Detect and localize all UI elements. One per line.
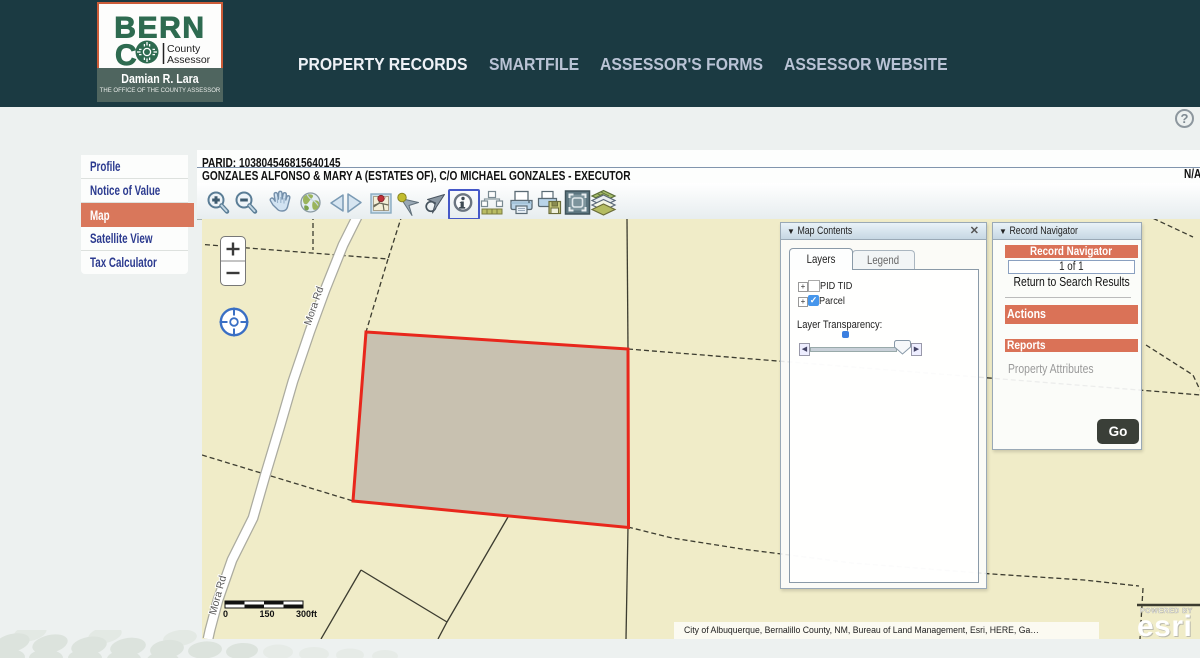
svg-text:Assessor: Assessor bbox=[167, 54, 211, 66]
svg-text:City of Albuquerque, Bernalill: City of Albuquerque, Bernalillo County, … bbox=[684, 625, 1039, 636]
svg-text:150: 150 bbox=[259, 609, 274, 619]
svg-text:esri: esri bbox=[1137, 610, 1192, 639]
svg-text:0: 0 bbox=[223, 609, 228, 619]
svg-text:300ft: 300ft bbox=[296, 609, 317, 619]
